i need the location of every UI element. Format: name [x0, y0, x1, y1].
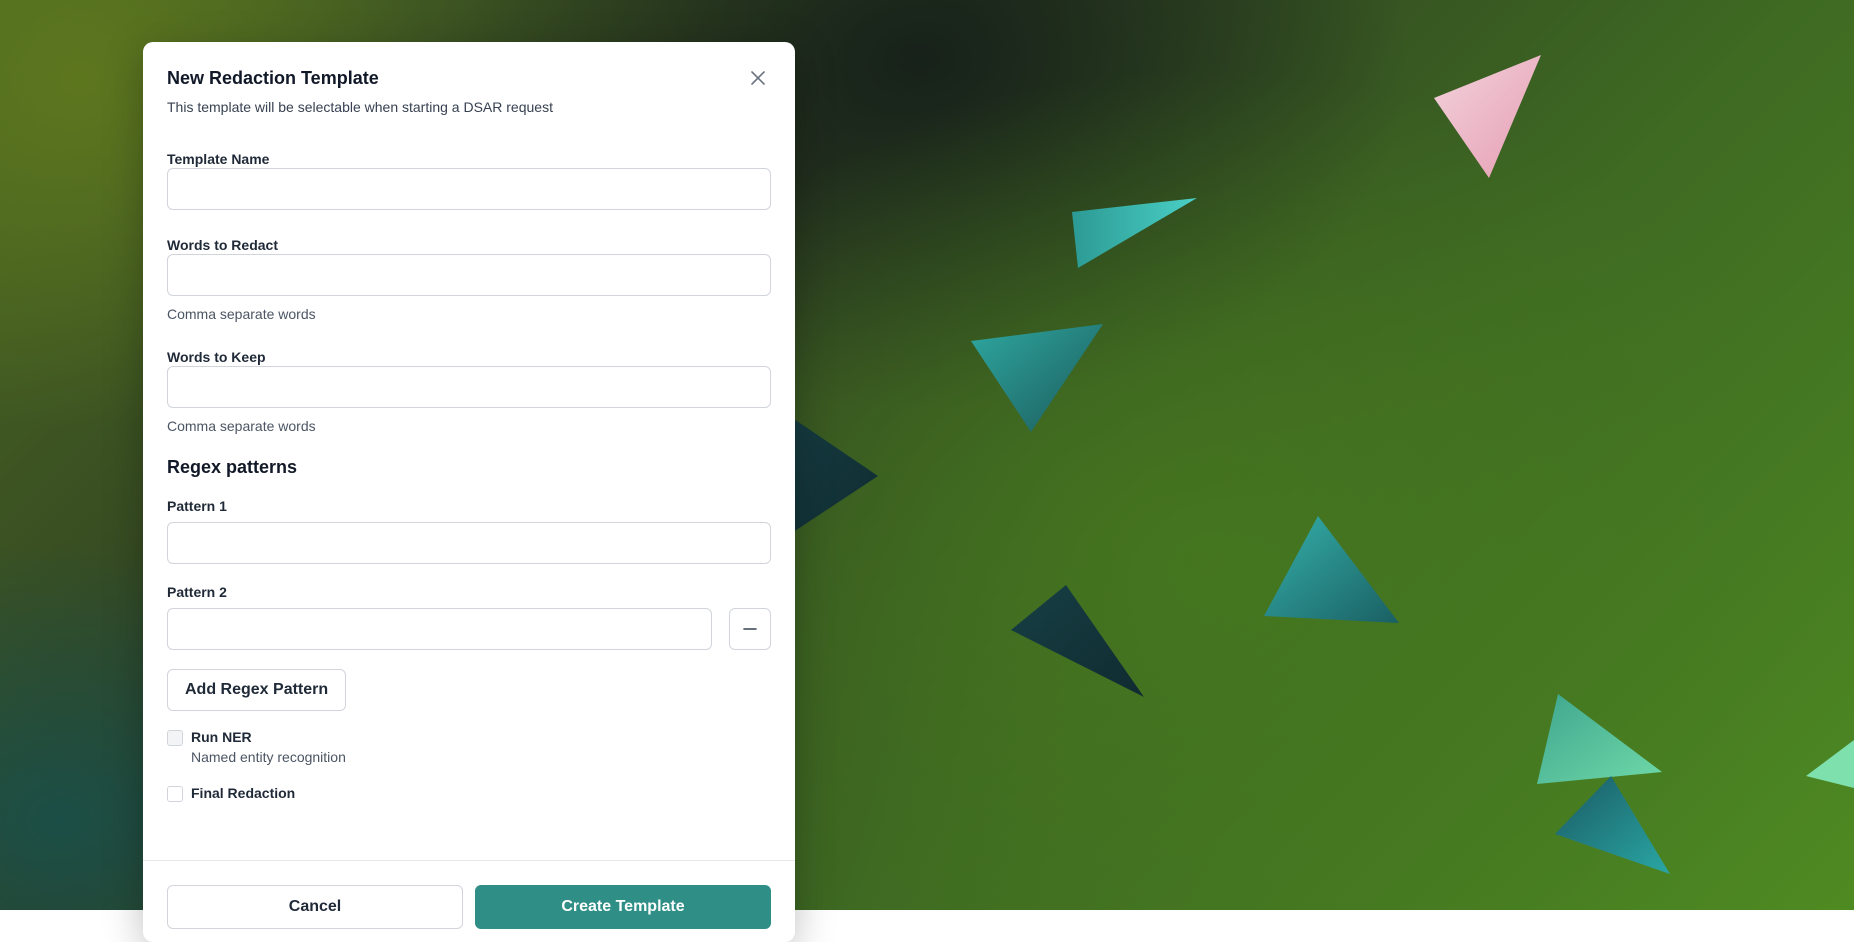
pattern-1-input[interactable]	[167, 522, 771, 564]
final-redaction-label: Final Redaction	[191, 785, 296, 801]
words-to-redact-input[interactable]	[167, 254, 771, 296]
triangle-shape	[971, 324, 1103, 432]
new-template-modal: New Redaction Template This template wil…	[143, 42, 795, 942]
footer-divider	[143, 860, 795, 861]
final-redaction-checkbox[interactable]	[167, 786, 183, 802]
minus-icon	[743, 628, 757, 630]
pattern-2-label: Pattern 2	[167, 584, 227, 600]
regex-section-title: Regex patterns	[167, 457, 298, 477]
remove-pattern-button[interactable]	[729, 608, 771, 650]
words-to-keep-label: Words to Keep	[167, 349, 266, 365]
triangle-shape	[1555, 776, 1670, 874]
run-ner-label: Run NER	[191, 729, 252, 745]
close-button[interactable]	[747, 67, 769, 89]
triangle-shape	[1806, 740, 1854, 788]
words-to-keep-hint: Comma separate words	[167, 418, 316, 434]
modal-subtitle: This template will be selectable when st…	[167, 99, 553, 115]
run-ner-description: Named entity recognition	[191, 749, 346, 765]
create-template-button[interactable]: Create Template	[475, 885, 771, 929]
add-regex-pattern-button[interactable]: Add Regex Pattern	[167, 669, 347, 711]
run-ner-checkbox[interactable]	[167, 730, 183, 746]
words-to-redact-label: Words to Redact	[167, 237, 278, 253]
template-name-label: Template Name	[167, 151, 270, 167]
triangle-shape	[1072, 198, 1197, 268]
triangle-shape	[1011, 585, 1144, 697]
template-name-input[interactable]	[167, 168, 771, 210]
triangle-shape	[1434, 55, 1541, 178]
words-to-keep-input[interactable]	[167, 366, 771, 408]
close-icon	[751, 71, 765, 85]
triangle-shape	[1264, 516, 1399, 623]
modal-title: New Redaction Template	[167, 68, 379, 88]
pattern-1-label: Pattern 1	[167, 498, 227, 514]
triangle-shape	[1537, 694, 1662, 784]
pattern-2-input[interactable]	[167, 608, 712, 650]
words-to-redact-hint: Comma separate words	[167, 306, 316, 322]
cancel-button[interactable]: Cancel	[167, 885, 463, 929]
